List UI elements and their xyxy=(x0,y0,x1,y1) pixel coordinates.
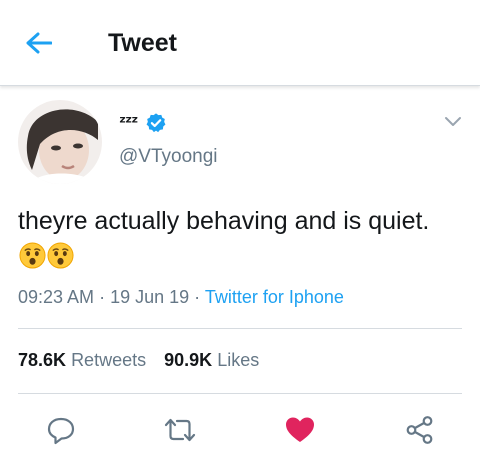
avatar[interactable] xyxy=(18,100,102,184)
meta-separator: · xyxy=(189,287,205,307)
tweet-text: theyre actually behaving and is quiet. xyxy=(18,207,430,235)
meta-separator: · xyxy=(94,287,111,307)
share-icon xyxy=(406,416,433,444)
reply-button[interactable] xyxy=(43,412,79,448)
tweet-date[interactable]: 19 Jun 19 xyxy=(110,287,189,307)
tweet-author: ᶻᶻᶻ @VTyoongi xyxy=(18,100,462,186)
likes-label: Likes xyxy=(217,350,260,370)
arrow-left-icon xyxy=(26,32,52,54)
reply-icon xyxy=(47,417,75,445)
share-button[interactable] xyxy=(402,412,438,448)
user-handle[interactable]: @VTyoongi xyxy=(119,146,218,168)
divider xyxy=(18,393,462,394)
chevron-down-icon[interactable] xyxy=(444,116,462,128)
retweets-label: Retweets xyxy=(71,350,147,370)
retweets-count: 78.6K xyxy=(18,350,67,370)
heart-icon xyxy=(286,417,314,442)
tweet-actions xyxy=(0,412,480,448)
page-title: Tweet xyxy=(108,29,177,57)
tweet-source-link[interactable]: Twitter for Iphone xyxy=(205,287,344,307)
verified-badge-icon xyxy=(146,113,166,133)
back-button[interactable] xyxy=(22,26,56,60)
likes-count: 90.9K xyxy=(164,350,213,370)
likes-stat[interactable]: 90.9K Likes xyxy=(164,350,259,370)
retweet-icon xyxy=(164,418,196,442)
tweet-body: theyre actually behaving and is quiet. xyxy=(18,203,462,275)
retweets-stat[interactable]: 78.6K Retweets xyxy=(18,350,146,370)
hushed-face-emoji-icon xyxy=(47,242,74,269)
like-button[interactable] xyxy=(282,412,318,448)
top-app-bar: Tweet xyxy=(0,0,480,86)
tweet-time: 09:23 AM xyxy=(18,287,95,307)
name-row: ᶻᶻᶻ xyxy=(119,112,167,134)
retweet-button[interactable] xyxy=(162,412,198,448)
tweet-meta: 09:23 AM · 19 Jun 19 · Twitter for Iphon… xyxy=(18,287,344,308)
hushed-face-emoji-icon xyxy=(19,242,46,269)
display-name[interactable]: ᶻᶻᶻ xyxy=(119,113,138,133)
divider xyxy=(18,328,462,329)
tweet-stats: 78.6K Retweets 90.9K Likes xyxy=(18,350,272,371)
profile-photo xyxy=(18,100,102,184)
